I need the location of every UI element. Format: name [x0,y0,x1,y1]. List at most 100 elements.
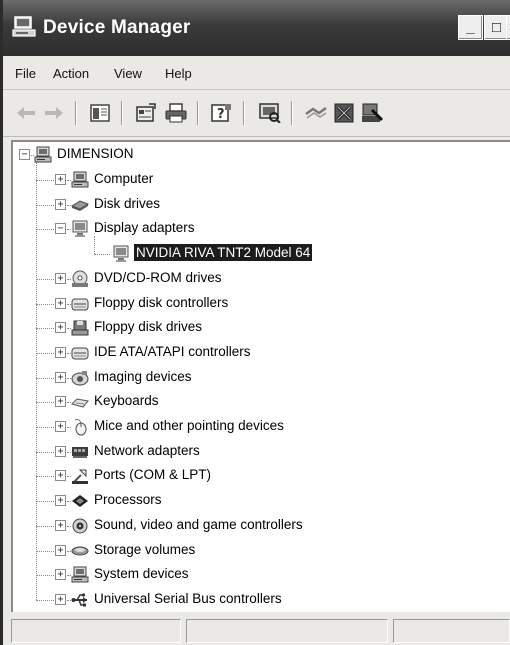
tree-category-keyboards[interactable]: + Keyboards [13,390,510,415]
tree-category-ide-ata-atapi-controllers[interactable]: + IDE ATA/ATAPI controllers [13,341,510,366]
tree-connector [36,229,54,231]
toolbar-separator [243,101,245,125]
menu-action[interactable]: Action [53,66,89,81]
expand-icon[interactable]: + [55,593,66,605]
status-pane-1 [11,619,181,643]
tree-connector [94,235,95,255]
expand-icon[interactable]: + [55,346,66,358]
tree-connector [94,254,110,256]
toolbar-separator [291,101,293,125]
network-adapter-icon [71,443,89,461]
tree-category-ports-com-lpt[interactable]: + Ports (COM & LPT) [13,464,510,489]
disable-device-icon[interactable] [359,100,385,126]
update-driver-icon[interactable] [303,100,329,126]
properties-icon[interactable] [133,100,159,126]
keyboard-icon [71,393,89,411]
expand-icon[interactable]: + [55,322,66,334]
title-bar[interactable]: Device Manager _ □ × [3,0,510,56]
tree-node-label: Network adapters [94,442,200,458]
expand-icon[interactable]: + [55,470,66,482]
tree-node-label: DIMENSION [57,146,134,162]
tree-connector [36,352,54,354]
mouse-icon [71,418,89,436]
tree-category-disk-drives[interactable]: + Disk drives [13,192,510,217]
close-button[interactable]: × [506,15,510,40]
expand-icon[interactable]: + [55,297,66,309]
minimize-glyph: _ [466,19,475,36]
collapse-icon[interactable]: − [19,149,30,161]
expand-icon[interactable]: + [55,371,66,383]
controller-icon [71,344,89,362]
monitor-icon [71,220,89,238]
device-manager-window: Device Manager _ □ × File Action View He… [0,0,510,645]
tree-category-sound-video-and-game-controllers[interactable]: + Sound, video and game controllers [13,514,510,539]
tree-category-floppy-disk-controllers[interactable]: + Floppy disk controllers [13,291,510,316]
tree-category-network-adapters[interactable]: + Network adapters [13,439,510,464]
expand-icon[interactable]: + [55,445,66,457]
tree-connector [36,550,54,552]
forward-arrow-icon[interactable] [41,100,67,126]
toolbar-separator [75,101,77,125]
tree-root-node[interactable]: − DIMENSION [13,143,510,168]
menu-file[interactable]: File [15,66,36,81]
tree-category-computer[interactable]: + Computer [13,168,510,193]
tree-category-display-adapters[interactable]: − Display adapters [13,217,510,242]
tree-node-label: IDE ATA/ATAPI controllers [94,343,251,359]
expand-icon[interactable]: + [55,495,66,507]
status-pane-3 [393,619,510,643]
tree-category-processors[interactable]: + Processors [13,489,510,514]
help-icon[interactable]: ? [209,100,235,126]
floppy-drive-icon [71,319,89,337]
expand-icon[interactable]: + [55,198,66,210]
tree-category-dvd-cd-rom-drives[interactable]: + DVD/CD-ROM drives [13,267,510,292]
maximize-glyph: □ [491,19,502,36]
tree-node-label: DVD/CD-ROM drives [94,269,222,285]
tree-node-label: Display adapters [94,220,195,236]
tree-category-imaging-devices[interactable]: + Imaging devices [13,365,510,390]
tree-category-floppy-disk-drives[interactable]: + Floppy disk drives [13,316,510,341]
window-title: Device Manager [43,17,191,38]
tree-device-nvidia-riva-tnt2-model-64[interactable]: NVIDIA RIVA TNT2 Model 64 [13,235,510,267]
expand-icon[interactable]: + [55,421,66,433]
uninstall-icon[interactable] [331,100,357,126]
device-tree[interactable]: − DIMENSION + Computer + Disk drives − Display … [11,140,510,612]
status-bar [3,614,510,645]
tree-node-label: Ports (COM & LPT) [94,467,212,483]
tree-connector [36,278,54,280]
tree-category-system-devices[interactable]: + System devices [13,563,510,588]
expand-icon[interactable]: + [55,272,66,284]
expand-icon[interactable]: + [55,174,66,186]
cd-drive-icon [71,270,89,288]
tree-node-label: Keyboards [94,393,159,409]
back-arrow-icon[interactable] [13,100,39,126]
computer-icon [34,146,52,164]
tree-connector [36,402,54,404]
expand-icon[interactable]: + [55,544,66,556]
tree-connector [36,204,54,206]
minimize-button[interactable]: _ [458,15,483,40]
toolbar-separator [197,101,199,125]
menu-bar: File Action View Help [3,56,510,90]
tree-category-universal-serial-bus-controllers[interactable]: + Universal Serial Bus controllers [13,588,510,613]
tree-connector [36,328,54,330]
expand-icon[interactable]: + [55,519,66,531]
controller-icon [71,295,89,313]
tree-node-label: Processors [94,492,162,508]
expand-icon[interactable]: + [55,396,66,408]
device-manager-icon [12,16,36,37]
tree-connector [36,303,54,305]
tree-node-label[interactable]: NVIDIA RIVA TNT2 Model 64 [134,244,313,262]
collapse-icon[interactable]: − [55,223,66,235]
tree-node-label: Floppy disk controllers [94,294,229,310]
tree-category-storage-volumes[interactable]: + Storage volumes [13,538,510,563]
scan-hardware-icon[interactable] [257,100,283,126]
menu-view[interactable]: View [114,66,142,81]
sound-icon [71,517,89,535]
processor-icon [71,492,89,510]
computer-icon [71,171,89,189]
show-hide-console-tree-icon[interactable] [87,100,113,126]
tree-category-mice-and-other-pointing-devices[interactable]: + Mice and other pointing devices [13,415,510,440]
print-icon[interactable] [163,100,189,126]
expand-icon[interactable]: + [55,569,66,581]
menu-help[interactable]: Help [165,66,192,81]
